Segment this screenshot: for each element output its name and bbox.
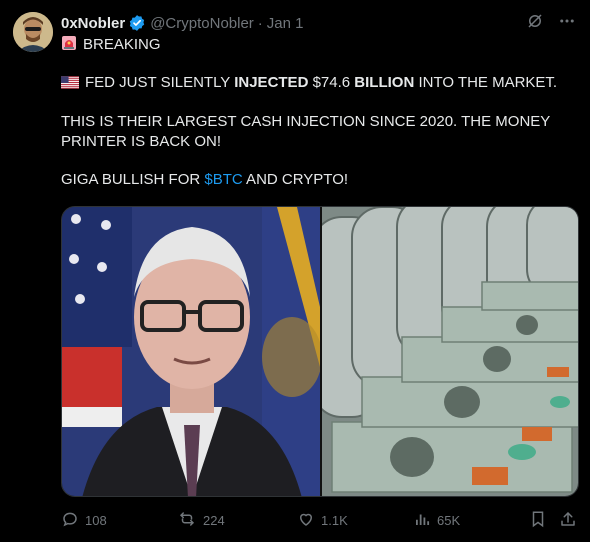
cashtag-link[interactable]: $BTC [204,171,242,188]
reply-icon [61,510,79,531]
top-actions [526,12,576,35]
tweet-date[interactable]: Jan 1 [267,15,304,32]
like-button[interactable]: 1.1K [297,509,348,531]
tweet-text: BREAKING FED JUST SILENTLY INJECTED $74.… [61,35,571,190]
avatar[interactable] [13,12,53,52]
text-segment: .6 [337,74,355,91]
reply-button[interactable]: 108 [61,509,107,531]
grok-icon[interactable] [526,12,544,35]
breaking-label: BREAKING [83,36,161,53]
repost-icon [177,510,197,531]
tweet-line-injection: THIS IS THEIR LARGEST CASH INJECTION SIN… [61,113,551,130]
tweet-header: 0xNobler @CryptoNobler · Jan 1 [61,13,304,33]
tweet-line-breaking: BREAKING [61,35,571,55]
text-segment: GIGA BULLISH FOR [61,171,205,188]
text-bold: INJECTED [234,74,309,91]
bookmark-button[interactable] [529,509,547,531]
tweet-line-printer: PRINTER IS BACK ON! [61,133,222,150]
tweet-actions: 108 224 1.1K 65K [61,509,579,531]
like-count: 1.1K [321,512,348,528]
like-icon [297,510,315,531]
text-segment: AND CRYPTO! [242,171,349,188]
tweet-line-bullish: GIGA BULLISH FOR $BTC AND CRYPTO! [61,170,571,190]
separator: · [257,14,263,32]
more-icon[interactable] [558,12,576,35]
verified-badge-icon [128,14,146,32]
author-handle[interactable]: @CryptoNobler [150,15,254,32]
views-icon [413,510,431,531]
author-name[interactable]: 0xNobler [61,15,125,32]
text-segment: $74 [308,74,338,91]
tweet-media[interactable] [61,206,579,497]
text-segment: FED JUST SILENTLY [85,74,235,91]
repost-count: 224 [203,512,225,528]
views-button[interactable]: 65K [413,509,460,531]
text-bold: BILLION [354,74,415,91]
tweet[interactable]: 0xNobler @CryptoNobler · Jan 1 BREAKING … [0,0,590,542]
us-flag-icon [61,75,79,95]
siren-icon [61,35,77,57]
text-segment: INTO THE MARKET. [414,74,558,91]
share-icon [559,510,577,531]
fed-chair-image[interactable] [62,207,322,496]
tweet-line-fed: FED JUST SILENTLY INJECTED $74.6 BILLION… [61,73,571,93]
dollar-printer-image[interactable] [311,207,578,496]
share-button[interactable] [559,509,577,531]
views-count: 65K [437,512,461,528]
repost-button[interactable]: 224 [177,509,225,531]
reply-count: 108 [85,512,107,528]
bookmark-icon [529,510,547,531]
